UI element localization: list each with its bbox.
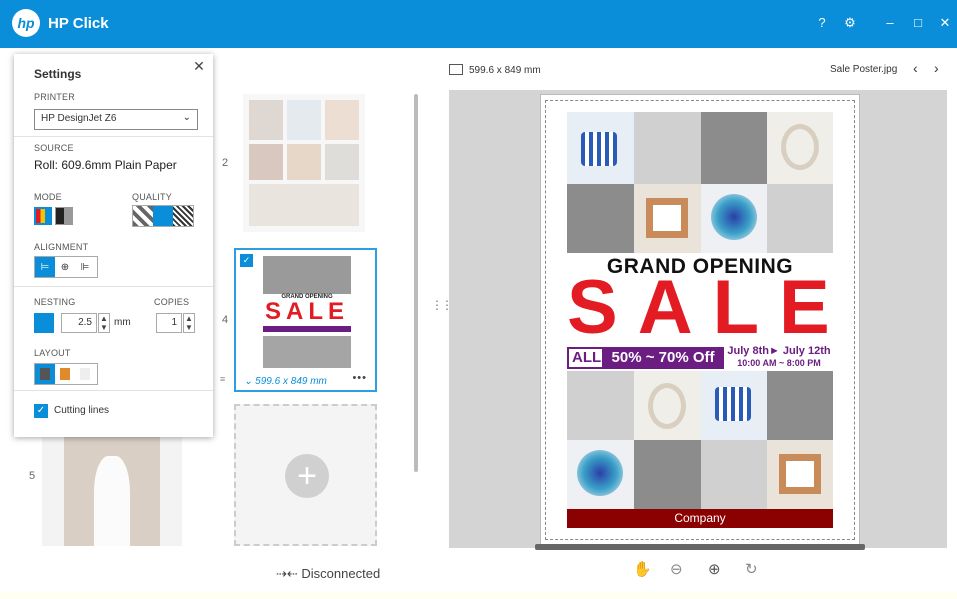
help-button[interactable]: ? [810, 12, 834, 34]
settings-panel: Settings ✕ PRINTER HP DesignJet Z6 ⌄ SOUR… [14, 54, 213, 437]
align-left-icon[interactable]: ⊨ [35, 257, 55, 277]
settings-gear-button[interactable]: ⚙ [838, 12, 862, 34]
divider [14, 286, 213, 287]
drag-handle-icon[interactable]: ≡ [220, 374, 225, 384]
cutting-line [545, 100, 855, 540]
align-right-icon[interactable]: ⊫ [75, 257, 95, 277]
source-value: Roll: 609.6mm Plain Paper [34, 158, 177, 172]
layout-single-icon[interactable] [35, 364, 55, 384]
job-size-value: 599.6 x 849 mm [255, 376, 327, 387]
connection-status-text: Disconnected [301, 566, 381, 581]
cutting-lines-label: Cutting lines [54, 405, 110, 416]
nesting-input[interactable]: 2.5 [61, 313, 97, 333]
status-strip [0, 592, 957, 599]
thumb-sale: SALE [264, 298, 349, 325]
copies-stepper[interactable]: ▲ ▼ [183, 313, 195, 333]
copies-label: COPIES [154, 297, 190, 307]
layout-blank-icon[interactable] [75, 364, 95, 384]
grayscale-mode-icon[interactable] [55, 207, 73, 225]
job-size-label[interactable]: ⌄ 599.6 x 849 mm [244, 376, 327, 387]
more-options-button[interactable]: ••• [352, 372, 367, 384]
job-card-selected[interactable]: ✓ GRAND OPENING SALE ≡ ⌄ 599.6 x 849 mm … [220, 248, 377, 392]
title-bar: hp HP Click ? ⚙ – □ ✕ [0, 0, 957, 48]
job-number: 4 [222, 314, 229, 326]
preview-dimensions-text: 599.6 x 849 mm [469, 65, 541, 76]
job-thumbnail-collage[interactable] [243, 94, 365, 232]
source-label: SOURCE [34, 143, 74, 153]
quality-best-icon[interactable] [173, 206, 193, 226]
zoom-in-icon[interactable]: ⊕ [708, 560, 721, 578]
nesting-unit: mm [114, 317, 131, 328]
quality-label: QUALITY [132, 192, 172, 202]
pan-hand-icon[interactable]: ✋ [633, 560, 652, 578]
job-number: 5 [29, 470, 36, 482]
plus-icon[interactable]: + [285, 454, 329, 498]
list-scrollbar[interactable] [414, 94, 418, 472]
chevron-down-icon: ⌄ [182, 112, 191, 123]
nesting-label: NESTING [34, 297, 76, 307]
preview-dimensions: 599.6 x 849 mm [449, 64, 541, 76]
job-thumbnail-bride[interactable] [42, 436, 182, 546]
quality-fast-icon[interactable] [133, 206, 153, 226]
maximize-button[interactable]: □ [906, 12, 930, 34]
paper-roll [535, 544, 865, 550]
app-title: HP Click [48, 15, 109, 32]
cutting-lines-checkbox[interactable]: ✓ [34, 404, 48, 418]
color-mode-icon[interactable] [34, 207, 52, 225]
printer-label: PRINTER [34, 92, 75, 102]
job-thumbnail-poster: GRAND OPENING SALE [263, 256, 351, 368]
printer-select[interactable]: HP DesignJet Z6 ⌄ [34, 109, 198, 130]
quality-normal-icon[interactable] [153, 206, 173, 226]
job-number: 2 [222, 157, 229, 169]
disconnected-icon: ⇢⇠ [276, 566, 302, 581]
settings-title: Settings [34, 67, 82, 81]
add-job-tile[interactable]: + [234, 404, 377, 546]
job-select-checkbox[interactable]: ✓ [240, 254, 253, 267]
prev-file-button[interactable]: ‹ [913, 60, 918, 76]
mode-label: MODE [34, 192, 62, 202]
align-center-icon[interactable]: ⊕ [55, 257, 75, 277]
divider [14, 136, 213, 137]
quality-group [132, 205, 194, 227]
rotate-icon[interactable]: ↻ [745, 560, 758, 578]
layout-collage-icon[interactable] [55, 364, 75, 384]
zoom-out-icon[interactable]: ⊖ [670, 560, 683, 578]
divider [14, 390, 213, 391]
preview-file-name: Sale Poster.jpg [830, 64, 898, 75]
alignment-group: ⊨ ⊕ ⊫ [34, 256, 98, 278]
nesting-stepper[interactable]: ▲ ▼ [98, 313, 110, 333]
minimize-button[interactable]: – [878, 12, 902, 34]
layout-group [34, 363, 98, 385]
next-file-button[interactable]: › [934, 60, 939, 76]
alignment-label: ALIGNMENT [34, 242, 89, 252]
nesting-toggle-icon[interactable] [34, 313, 54, 333]
close-window-button[interactable]: ✕ [933, 12, 957, 34]
close-icon[interactable]: ✕ [191, 58, 207, 74]
image-icon [449, 64, 463, 75]
printer-value: HP DesignJet Z6 [41, 113, 117, 124]
connection-status: ⇢⇠ Disconnected [276, 566, 380, 582]
copies-input[interactable]: 1 [156, 313, 182, 333]
hp-logo-icon: hp [12, 9, 40, 37]
layout-label: LAYOUT [34, 348, 71, 358]
panel-splitter-handle[interactable]: ⋮⋮ [431, 299, 453, 311]
